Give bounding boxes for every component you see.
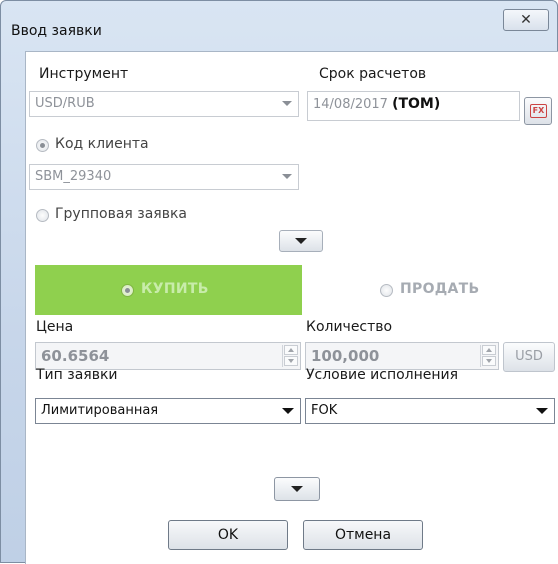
quantity-input[interactable]: 100,000 bbox=[305, 342, 499, 370]
stepper-up-icon[interactable] bbox=[284, 345, 298, 355]
execution-label: Условие исполнения bbox=[306, 367, 459, 383]
fx-button[interactable]: FX bbox=[524, 97, 552, 125]
group-order-radio[interactable] bbox=[36, 209, 49, 222]
order-type-value: Лимитированная bbox=[41, 403, 159, 418]
execution-select[interactable]: FOK bbox=[305, 398, 555, 424]
client-code-value: SBM_29340 bbox=[35, 169, 112, 184]
title-bar[interactable]: Ввод заявки ✕ bbox=[1, 1, 557, 51]
quantity-label: Количество bbox=[306, 319, 393, 335]
buy-side-button[interactable]: КУПИТЬ bbox=[35, 265, 302, 315]
group-order-label: Групповая заявка bbox=[55, 206, 188, 222]
window-title: Ввод заявки bbox=[11, 23, 102, 39]
currency-label: USD bbox=[515, 349, 543, 364]
expand-advanced-button[interactable] bbox=[274, 477, 320, 501]
chevron-down-icon bbox=[295, 238, 307, 244]
client-code-select[interactable]: SBM_29340 bbox=[29, 164, 299, 190]
chevron-down-icon bbox=[536, 408, 548, 414]
sell-radio[interactable] bbox=[380, 284, 393, 297]
expand-client-options-button[interactable] bbox=[279, 230, 323, 252]
client-code-label: Код клиента bbox=[55, 136, 149, 152]
settlement-label: Срок расчетов bbox=[319, 66, 427, 82]
ok-button[interactable]: OK bbox=[168, 520, 288, 550]
price-value: 60.6564 bbox=[41, 347, 110, 365]
price-input[interactable]: 60.6564 bbox=[35, 342, 301, 370]
chevron-down-icon bbox=[282, 174, 292, 179]
price-label: Цена bbox=[36, 319, 74, 335]
stepper-down-icon[interactable] bbox=[482, 356, 496, 366]
currency-button[interactable]: USD bbox=[503, 342, 555, 372]
instrument-value: USD/RUB bbox=[35, 96, 95, 111]
buy-label: КУПИТЬ bbox=[141, 281, 209, 297]
order-entry-window: Ввод заявки ✕ Инструмент Срок расчетов U… bbox=[0, 0, 558, 564]
chevron-down-icon bbox=[291, 486, 303, 492]
stepper-up-icon[interactable] bbox=[482, 345, 496, 355]
quantity-stepper[interactable] bbox=[480, 345, 496, 367]
instrument-select[interactable]: USD/RUB bbox=[29, 91, 299, 117]
chevron-down-icon bbox=[282, 101, 292, 106]
chevron-down-icon bbox=[282, 408, 294, 414]
cancel-button[interactable]: Отмена bbox=[303, 520, 423, 550]
buy-radio[interactable] bbox=[121, 284, 134, 297]
settlement-date-field[interactable]: 14/08/2017 (TOM) bbox=[307, 91, 520, 121]
fx-icon: FX bbox=[530, 104, 547, 118]
execution-value: FOK bbox=[311, 403, 338, 418]
sell-label: ПРОДАТЬ bbox=[400, 281, 480, 297]
instrument-label: Инструмент bbox=[39, 66, 129, 82]
settlement-date: 14/08/2017 bbox=[313, 97, 388, 112]
order-type-select-box[interactable]: Лимитированная bbox=[35, 398, 301, 424]
settlement-code: (TOM) bbox=[392, 96, 441, 112]
order-type-label: Тип заявки bbox=[36, 367, 118, 383]
close-icon: ✕ bbox=[520, 12, 532, 28]
close-button[interactable]: ✕ bbox=[503, 9, 549, 31]
price-stepper[interactable] bbox=[282, 345, 298, 367]
client-code-radio[interactable] bbox=[36, 139, 49, 152]
stepper-down-icon[interactable] bbox=[284, 356, 298, 366]
quantity-value: 100,000 bbox=[311, 347, 380, 365]
sell-side-button[interactable]: ПРОДАТЬ bbox=[302, 265, 558, 315]
